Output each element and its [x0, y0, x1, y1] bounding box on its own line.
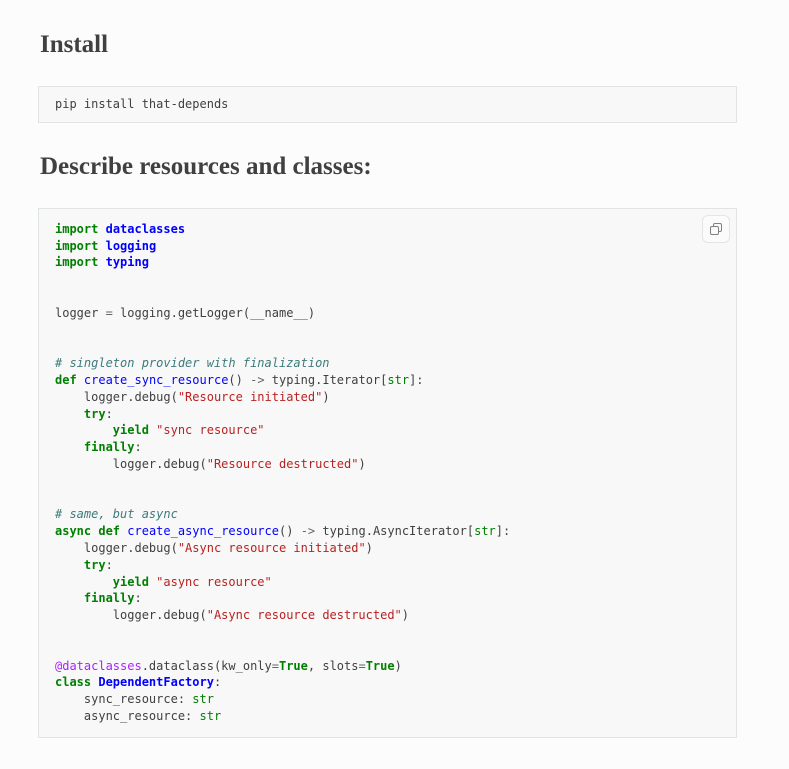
code-line: logger.debug("Resource initiated") — [55, 389, 720, 406]
code-line — [55, 641, 720, 658]
code-line: finally: — [55, 590, 720, 607]
code-line: async def create_async_resource() -> typ… — [55, 523, 720, 540]
code-line: def create_sync_resource() -> typing.Ite… — [55, 372, 720, 389]
code-line: # same, but async — [55, 506, 720, 523]
code-line: sync_resource: str — [55, 691, 720, 708]
code-line: @dataclasses.dataclass(kw_only=True, slo… — [55, 658, 720, 675]
code-line: logger = logging.getLogger(__name__) — [55, 305, 720, 322]
code-line: yield "async resource" — [55, 574, 720, 591]
code-line — [55, 271, 720, 288]
code-line: import typing — [55, 254, 720, 271]
copy-icon — [708, 221, 724, 237]
code-line: async_resource: str — [55, 708, 720, 725]
code-line: logger.debug("Resource destructed") — [55, 456, 720, 473]
section-heading-describe: Describe resources and classes: — [40, 152, 737, 182]
code-line: finally: — [55, 439, 720, 456]
code-line: try: — [55, 406, 720, 423]
code-line — [55, 322, 720, 339]
code-line: import dataclasses — [55, 221, 720, 238]
install-code-text: pip install that-depends — [55, 97, 228, 111]
code-line: class DependentFactory: — [55, 674, 720, 691]
code-line — [55, 624, 720, 641]
code-line — [55, 338, 720, 355]
docs-content: Install pip install that-depends Describ… — [0, 0, 789, 738]
install-code-block: pip install that-depends — [38, 86, 737, 123]
code-line: try: — [55, 557, 720, 574]
code-line: logger.debug("Async resource initiated") — [55, 540, 720, 557]
section-heading-install: Install — [40, 30, 737, 60]
code-line — [55, 288, 720, 305]
code-line — [55, 490, 720, 507]
install-code: pip install that-depends — [39, 87, 736, 122]
code-line: yield "sync resource" — [55, 422, 720, 439]
copy-button[interactable] — [702, 215, 730, 243]
python-code-block: import dataclassesimport loggingimport t… — [38, 208, 737, 738]
code-line — [55, 473, 720, 490]
python-code: import dataclassesimport loggingimport t… — [39, 209, 736, 737]
code-line: import logging — [55, 238, 720, 255]
code-line: # singleton provider with finalization — [55, 355, 720, 372]
code-line: logger.debug("Async resource destructed"… — [55, 607, 720, 624]
